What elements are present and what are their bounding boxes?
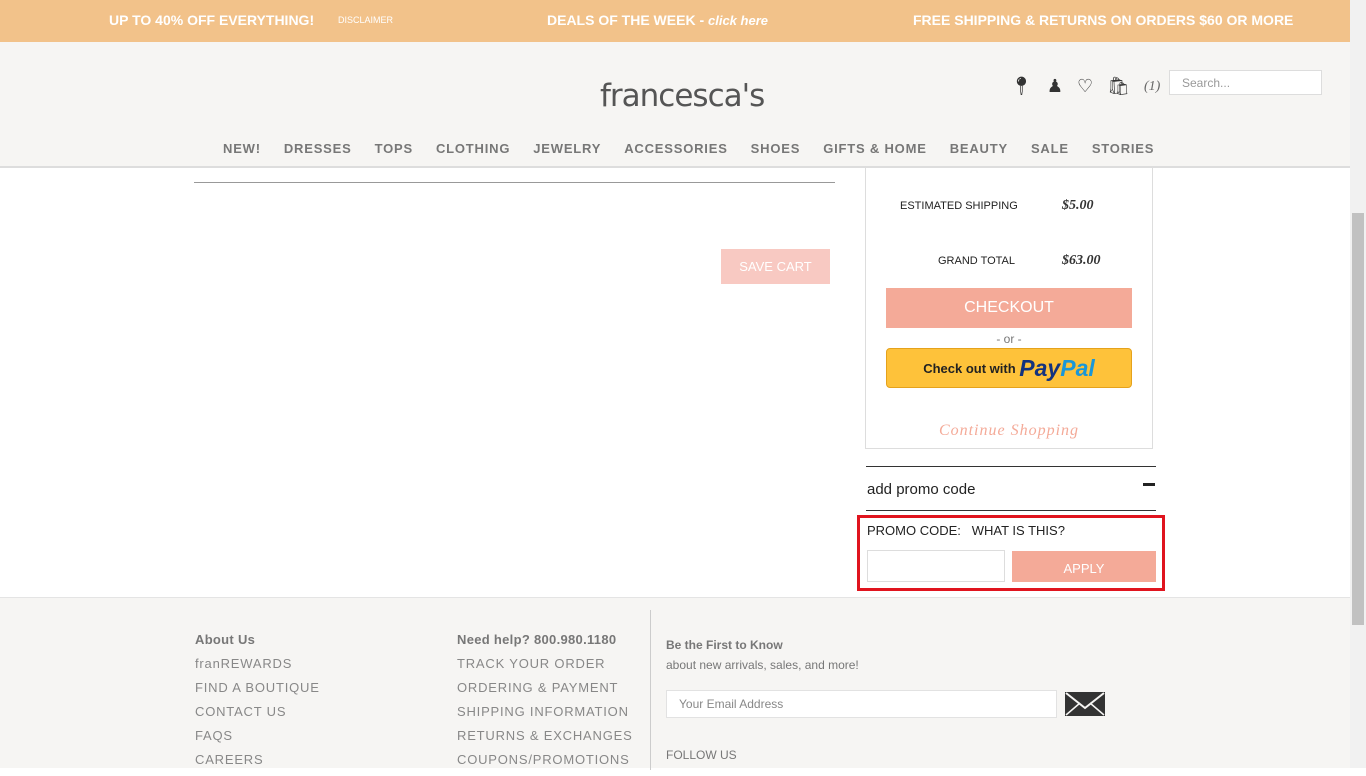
paypal-checkout-button[interactable]: Check out with PayPal <box>886 348 1132 388</box>
search-input[interactable]: Search... <box>1169 70 1322 95</box>
follow-us-label: FOLLOW US <box>666 748 737 762</box>
nav-clothing[interactable]: CLOTHING <box>436 141 510 156</box>
free-shipping-text: FREE SHIPPING & RETURNS ON ORDERS $60 OR… <box>913 12 1294 28</box>
or-separator: - or - <box>996 332 1022 346</box>
footer-help-phone: Need help? 800.980.1180 <box>457 632 617 647</box>
location-pin-icon[interactable]: 📍︎ <box>1010 76 1033 97</box>
heart-icon[interactable]: ♡ <box>1077 76 1093 97</box>
newsletter-title: Be the First to Know <box>666 638 783 652</box>
paypal-pal: Pal <box>1060 355 1095 381</box>
nav-stories[interactable]: STORIES <box>1092 141 1154 156</box>
footer-find-boutique[interactable]: FIND A BOUTIQUE <box>195 680 320 704</box>
footer-track-order[interactable]: TRACK YOUR ORDER <box>457 656 633 680</box>
footer-returns[interactable]: RETURNS & EXCHANGES <box>457 728 633 752</box>
cart-count[interactable]: (1) <box>1144 79 1160 95</box>
envelope-icon[interactable] <box>1065 692 1105 716</box>
click-here-link[interactable]: click here <box>708 13 768 28</box>
apply-button[interactable]: APPLY <box>1012 551 1156 582</box>
paypal-logo: PayPal <box>1019 355 1094 381</box>
footer-ordering-payment[interactable]: ORDERING & PAYMENT <box>457 680 633 704</box>
promo-code-toggle[interactable]: add promo code <box>866 466 1156 511</box>
divider <box>194 182 835 183</box>
total-label: GRAND TOTAL <box>938 255 1016 267</box>
continue-shopping-link[interactable]: Continue Shopping <box>866 422 1152 440</box>
newsletter-subtitle: about new arrivals, sales, and more! <box>666 658 859 672</box>
footer-shipping-info[interactable]: SHIPPING INFORMATION <box>457 704 633 728</box>
scrollbar[interactable] <box>1350 0 1366 768</box>
nav-accessories[interactable]: ACCESSORIES <box>624 141 727 156</box>
footer: About Us franREWARDS FIND A BOUTIQUE CON… <box>0 597 1350 770</box>
nav-beauty[interactable]: BEAUTY <box>950 141 1008 156</box>
shipping-label: ESTIMATED SHIPPING <box>900 200 1018 212</box>
nav-sale[interactable]: SALE <box>1031 141 1069 156</box>
nav-new[interactable]: NEW! <box>223 141 261 156</box>
nav-tops[interactable]: TOPS <box>375 141 413 156</box>
footer-franrewards[interactable]: franREWARDS <box>195 656 320 680</box>
email-input[interactable]: Your Email Address <box>666 690 1057 718</box>
footer-contact-us[interactable]: CONTACT US <box>195 704 320 728</box>
nav-dresses[interactable]: DRESSES <box>284 141 352 156</box>
nav-jewelry[interactable]: JEWELRY <box>533 141 601 156</box>
nav-gifts-home[interactable]: GIFTS & HOME <box>823 141 927 156</box>
banner-sale-text: UP TO 40% OFF EVERYTHING! <box>109 12 315 28</box>
promo-header: add promo code <box>867 481 976 498</box>
promo-label: PROMO CODE: <box>867 523 961 538</box>
footer-careers[interactable]: CAREERS <box>195 752 320 776</box>
footer-about-us[interactable]: About Us <box>195 632 320 656</box>
shipping-value: $5.00 <box>1062 198 1094 213</box>
deals-link[interactable]: DEALS OF THE WEEK - click here <box>547 12 768 28</box>
logo[interactable]: francesca's <box>600 78 765 114</box>
order-summary: ESTIMATED SHIPPING $5.00 GRAND TOTAL $63… <box>865 168 1153 449</box>
nav-shoes[interactable]: SHOES <box>751 141 801 156</box>
total-value: $63.00 <box>1062 253 1101 268</box>
promo-code-label: PROMO CODE: WHAT IS THIS? <box>867 523 1065 538</box>
save-cart-button[interactable]: SAVE CART <box>721 249 830 284</box>
account-icon[interactable]: ♟ <box>1047 76 1063 97</box>
footer-faqs[interactable]: FAQS <box>195 728 320 752</box>
promo-banner: UP TO 40% OFF EVERYTHING! DISCLAIMER DEA… <box>0 0 1350 42</box>
main-nav: NEW! DRESSES TOPS CLOTHING JEWELRY ACCES… <box>223 141 1177 156</box>
shopping-bag-icon[interactable]: 🛍︎ <box>1107 76 1130 97</box>
minus-icon[interactable] <box>1143 483 1155 486</box>
promo-code-input[interactable] <box>867 550 1005 582</box>
footer-divider <box>650 610 651 770</box>
paypal-prefix: Check out with <box>923 361 1016 376</box>
footer-coupons[interactable]: COUPONS/PROMOTIONS <box>457 752 633 776</box>
scrollbar-thumb[interactable] <box>1352 213 1364 625</box>
checkout-button[interactable]: CHECKOUT <box>886 288 1132 328</box>
site-header: francesca's 📍︎ ♟ ♡ 🛍︎ (1) Search... NEW!… <box>0 42 1350 168</box>
paypal-pay: Pay <box>1019 355 1061 381</box>
what-is-this-link[interactable]: WHAT IS THIS? <box>972 523 1065 538</box>
deals-text: DEALS OF THE WEEK - <box>547 12 708 28</box>
disclaimer-link[interactable]: DISCLAIMER <box>338 15 393 25</box>
